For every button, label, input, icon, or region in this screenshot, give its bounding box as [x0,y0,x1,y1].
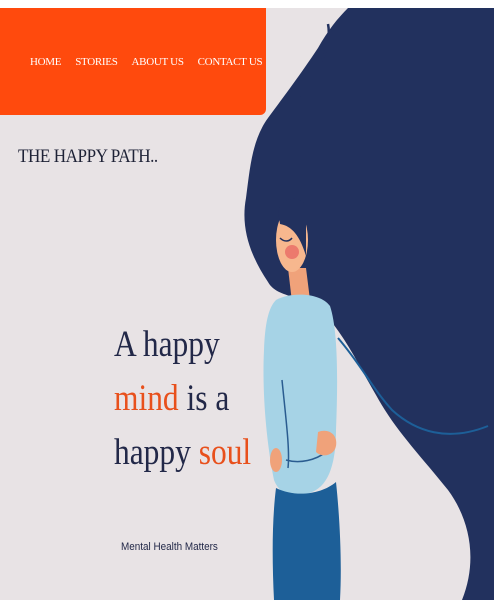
nav-item-home[interactable]: HOME [30,56,62,68]
right-border [494,0,500,600]
pants [272,482,341,600]
hero-headline: A happy mind is a happy soul [114,318,251,480]
tagline: Mental Health Matters [121,541,218,553]
headline-line-3-start: happy [114,432,199,473]
cheek-blush [285,245,299,259]
headline-line-2-rest: is a [178,378,230,419]
hand-left [270,448,282,472]
nav-item-stories[interactable]: STORIES [75,56,118,68]
nav-item-contact-us[interactable]: CONTACT US [198,56,263,68]
navbar: HOME STORIES ABOUT US CONTACT US [0,8,266,115]
headline-accent-mind: mind [114,378,179,419]
brand-title: THE HAPPY PATH.. [18,146,158,167]
headline-accent-soul: soul [198,432,252,473]
nav-item-about-us[interactable]: ABOUT US [132,56,184,68]
headline-line-1: A happy [114,324,220,365]
nav-links: HOME STORIES ABOUT US CONTACT US [30,56,263,68]
